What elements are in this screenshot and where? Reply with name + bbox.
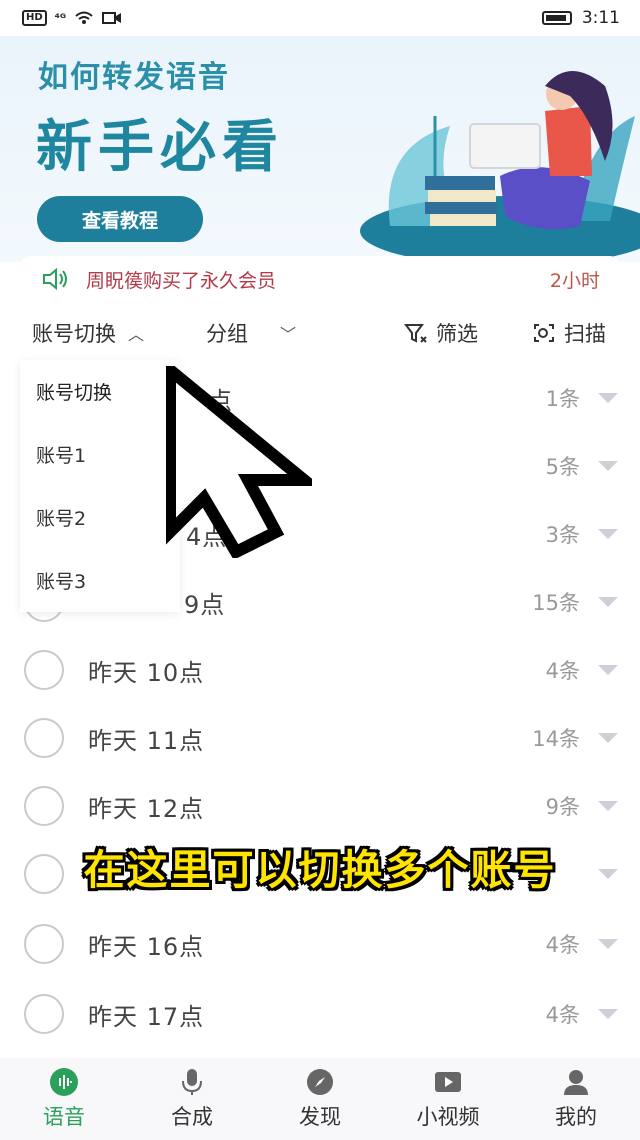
list-item-label: 昨天 16点 — [88, 932, 205, 961]
list-item-label: 昨天 17点 — [88, 1002, 205, 1031]
tab-mine[interactable]: 我的 — [512, 1058, 640, 1140]
tab-label: 我的 — [555, 1105, 597, 1129]
list-item[interactable]: 昨天 10点 4条 — [0, 636, 640, 704]
select-circle[interactable] — [24, 994, 64, 1034]
video-icon — [433, 1067, 463, 1097]
expand-arrow-icon[interactable] — [598, 939, 618, 949]
filter-icon — [404, 324, 427, 343]
chevron-up-icon: ︿ — [128, 325, 145, 344]
status-bar: HD ⁴ᴳ 3:11 — [0, 0, 640, 36]
scan-button[interactable]: 扫描 — [532, 318, 606, 348]
banner-subtitle: 如何转发语音 — [38, 60, 230, 95]
list-item-count: 4条 — [545, 933, 580, 957]
group-toggle[interactable]: 分组 ﹀ — [206, 318, 296, 348]
list-item[interactable]: 昨天 11点 14条 — [0, 704, 640, 772]
filter-button[interactable]: 筛选 — [404, 318, 478, 348]
view-tutorial-button[interactable]: 查看教程 — [37, 196, 203, 242]
select-circle[interactable] — [24, 786, 64, 826]
filter-label: 筛选 — [436, 322, 478, 346]
tab-voice[interactable]: 语音 — [0, 1058, 128, 1140]
expand-arrow-icon[interactable] — [598, 733, 618, 743]
account-switch-label: 账号切换 — [32, 322, 116, 346]
group-label: 分组 — [206, 322, 248, 346]
dropdown-option-account-2[interactable]: 账号2 — [20, 486, 180, 549]
list-item-count: 15条 — [532, 591, 580, 615]
select-circle[interactable] — [24, 718, 64, 758]
expand-arrow-icon[interactable] — [598, 461, 618, 471]
status-left: HD ⁴ᴳ — [22, 10, 122, 26]
list-item-count: 5条 — [545, 455, 580, 479]
select-circle[interactable] — [24, 650, 64, 690]
expand-arrow-icon[interactable] — [598, 665, 618, 675]
list-item-count: 14条 — [532, 727, 580, 751]
list-item-label: 昨天 10点 — [88, 658, 205, 687]
promo-banner[interactable]: 如何转发语音 新手必看 查看教程 — [0, 36, 640, 262]
filter-row: 账号切换 ︿ 分组 ﹀ 筛选 扫描 — [0, 310, 640, 356]
list-item-count: 4条 — [545, 659, 580, 683]
list-item-label: 9点 — [184, 590, 226, 619]
notice-bar: 周眖篌购买了永久会员 2小时 — [20, 256, 620, 302]
select-circle[interactable] — [24, 924, 64, 964]
camera-icon — [102, 12, 122, 24]
list-item-count: 3条 — [545, 523, 580, 547]
expand-arrow-icon[interactable] — [598, 597, 618, 607]
account-switch-toggle[interactable]: 账号切换 ︿ — [32, 318, 144, 348]
hd-icon: HD — [22, 10, 47, 26]
banner-title: 新手必看 — [36, 115, 284, 180]
list-item[interactable]: 昨天 12点 9条 — [0, 772, 640, 840]
dropdown-option-account-3[interactable]: 账号3 — [20, 549, 180, 612]
list-item-count: 9条 — [545, 795, 580, 819]
battery-icon — [541, 11, 572, 25]
tab-label: 语音 — [43, 1105, 85, 1129]
expand-arrow-icon[interactable] — [598, 801, 618, 811]
status-right: 3:11 — [541, 8, 620, 28]
microphone-icon — [177, 1067, 207, 1097]
account-dropdown: 账号切换 账号1 账号2 账号3 — [20, 360, 180, 612]
speaker-icon — [43, 268, 67, 290]
tab-label: 发现 — [299, 1105, 341, 1129]
notice-time: 2小时 — [549, 269, 600, 292]
banner-illustration — [360, 71, 640, 262]
scan-icon — [534, 324, 554, 342]
scan-label: 扫描 — [564, 322, 606, 346]
list-item-label: 昨天 11点 — [88, 726, 205, 755]
compass-icon — [305, 1067, 335, 1097]
wifi-icon — [75, 11, 93, 24]
tab-label: 小视频 — [416, 1105, 480, 1129]
dropdown-option-account-switch[interactable]: 账号切换 — [20, 360, 180, 423]
list-item-count: 1条 — [545, 387, 580, 411]
tab-label: 合成 — [171, 1105, 213, 1129]
list-item-label: 昨天 12点 — [88, 794, 205, 823]
expand-arrow-icon[interactable] — [598, 393, 618, 403]
signal-icon: ⁴ᴳ — [54, 11, 67, 25]
notice-text: 周眖篌购买了永久会员 — [86, 269, 277, 292]
profile-icon — [561, 1067, 591, 1097]
bottom-tab-bar: 语音 合成 发现 小视频 我的 — [0, 1058, 640, 1140]
expand-arrow-icon[interactable] — [598, 1009, 618, 1019]
dropdown-option-account-1[interactable]: 账号1 — [20, 423, 180, 486]
list-item-count: 4条 — [545, 1003, 580, 1027]
caption-overlay: 在这里可以切换多个账号 — [83, 846, 557, 894]
tab-discover[interactable]: 发现 — [256, 1058, 384, 1140]
mouse-cursor-icon — [166, 366, 312, 558]
tab-short-video[interactable]: 小视频 — [384, 1058, 512, 1140]
list-item[interactable]: 昨天 17点 4条 — [0, 980, 640, 1048]
chevron-down-icon: ﹀ — [280, 325, 297, 344]
tab-synthesis[interactable]: 合成 — [128, 1058, 256, 1140]
voice-icon — [49, 1067, 79, 1097]
status-time: 3:11 — [581, 8, 620, 28]
list-item[interactable]: 昨天 16点 4条 — [0, 910, 640, 978]
expand-arrow-icon[interactable] — [598, 529, 618, 539]
